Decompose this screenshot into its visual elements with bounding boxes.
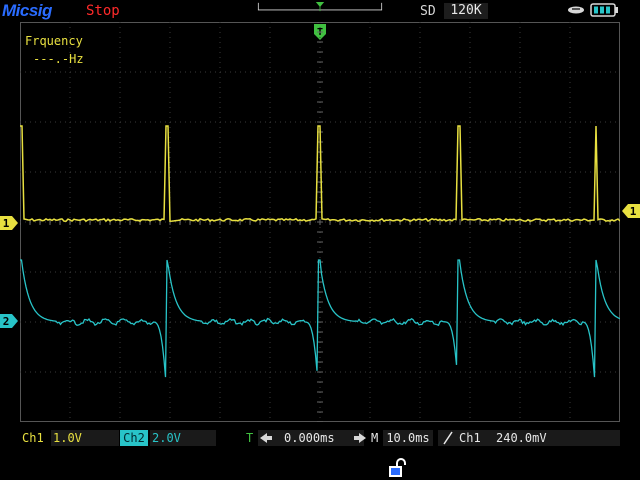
ch2-vertical-scale[interactable]: 2.0V <box>150 430 216 446</box>
usb-icon <box>568 6 584 14</box>
ch1-waveform <box>20 125 620 223</box>
ch1-vertical-scale[interactable]: 1.0V <box>51 430 119 446</box>
brand-logo: Micsig <box>2 1 52 20</box>
graticule <box>20 22 620 422</box>
time-offset-value: 0.000ms <box>284 431 335 445</box>
lock-icon[interactable] <box>388 458 408 478</box>
trigger-level-marker-label: 1 <box>630 205 637 218</box>
memory-position-bar[interactable] <box>245 2 395 12</box>
ch1-label[interactable]: Ch1 <box>22 430 44 446</box>
arrow-right-icon[interactable] <box>354 433 366 443</box>
ch1-marker-label: 1 <box>3 217 10 230</box>
frequency-measurement-value: ---.-Hz <box>33 52 84 66</box>
time-offset-label: T <box>246 431 254 445</box>
ch1-offset-marker[interactable]: 1 <box>0 215 20 231</box>
ch2-label[interactable]: Ch2 <box>120 430 148 446</box>
arrow-left-icon[interactable] <box>260 433 272 443</box>
run-status[interactable]: Stop <box>86 3 120 19</box>
trigger-level-marker[interactable]: 1 <box>622 203 640 219</box>
ch2-offset-marker[interactable]: 2 <box>0 313 20 329</box>
storage-depth-value[interactable]: 120K <box>444 3 488 19</box>
trigger-source: Ch1 <box>459 431 481 445</box>
frequency-measurement-label: Frquency <box>25 34 83 48</box>
battery-icon <box>590 3 618 17</box>
rising-edge-icon <box>443 431 453 445</box>
timebase-label: M <box>371 431 379 445</box>
waveform-display[interactable] <box>20 22 620 422</box>
storage-depth-label: SD <box>420 4 436 19</box>
trigger-level-value: 240.0mV <box>496 431 547 445</box>
timebase-value[interactable]: 10.0ms <box>383 430 433 446</box>
ch2-marker-label: 2 <box>3 315 10 328</box>
